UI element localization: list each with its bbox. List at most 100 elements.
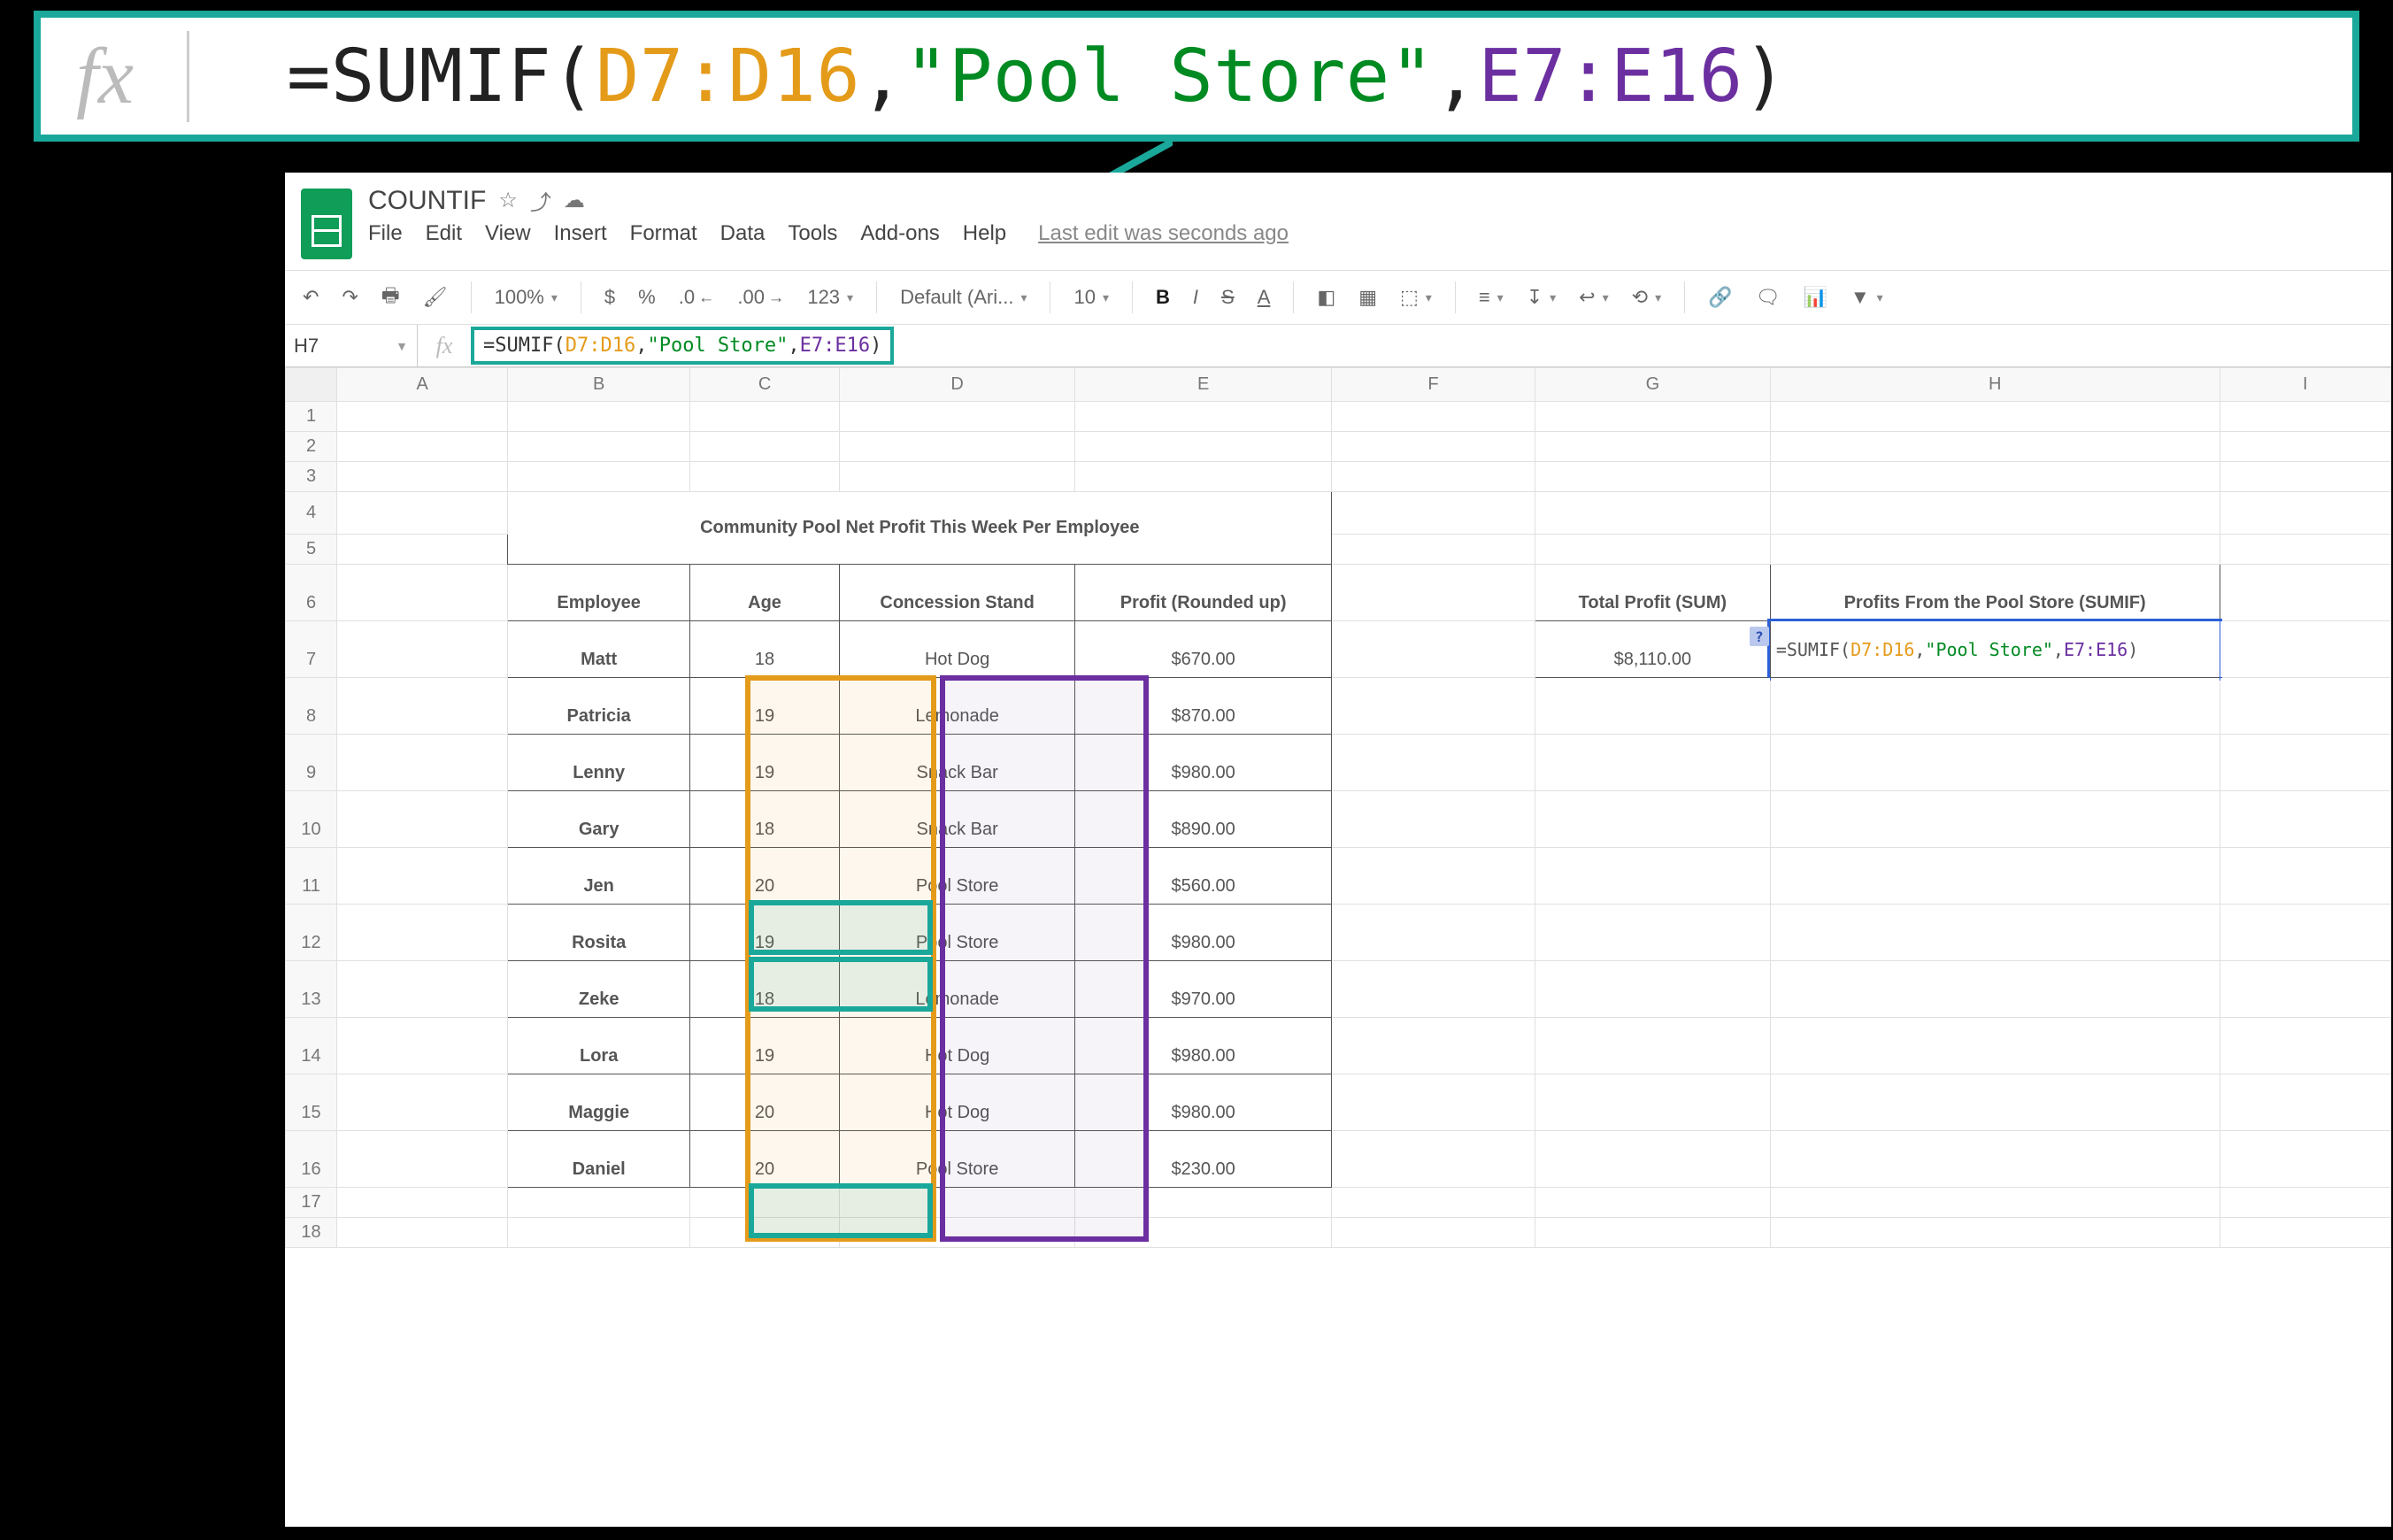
col-header-E[interactable]: E xyxy=(1075,368,1332,402)
cell-B15[interactable]: Maggie xyxy=(508,1074,690,1131)
menu-addons[interactable]: Add-ons xyxy=(860,221,939,246)
cell-D12[interactable]: Pool Store xyxy=(840,905,1075,961)
cell-D14[interactable]: Hot Dog xyxy=(840,1018,1075,1074)
borders-button[interactable]: ▦ xyxy=(1351,282,1384,312)
name-box[interactable]: H7 ▼ xyxy=(285,325,418,366)
cell-E7[interactable]: $670.00 xyxy=(1075,621,1332,678)
cell-E9[interactable]: $980.00 xyxy=(1075,735,1332,791)
menu-data[interactable]: Data xyxy=(720,221,766,246)
cell-C7[interactable]: 18 xyxy=(689,621,839,678)
cell-C10[interactable]: 18 xyxy=(689,791,839,848)
cloud-icon[interactable]: ☁ xyxy=(564,188,585,213)
row-header-9[interactable]: 9 xyxy=(286,735,337,791)
row-header-17[interactable]: 17 xyxy=(286,1188,337,1218)
italic-button[interactable]: I xyxy=(1186,282,1205,312)
filter-button[interactable]: ▼ xyxy=(1843,282,1890,312)
cell-B16[interactable]: Daniel xyxy=(508,1131,690,1188)
cell-B8[interactable]: Patricia xyxy=(508,678,690,735)
zoom-select[interactable]: 100% xyxy=(488,282,565,312)
cell-D10[interactable]: Snack Bar xyxy=(840,791,1075,848)
cell-D8[interactable]: Lemonade xyxy=(840,678,1075,735)
menu-insert[interactable]: Insert xyxy=(554,221,607,246)
paint-format-button[interactable]: 🖌 xyxy=(416,282,455,312)
row-header-6[interactable]: 6 xyxy=(286,565,337,621)
cell-B9[interactable]: Lenny xyxy=(508,735,690,791)
row-header-14[interactable]: 14 xyxy=(286,1018,337,1074)
dec-more-button[interactable]: .00→ xyxy=(730,282,791,312)
col-header-A[interactable]: A xyxy=(337,368,508,402)
cell-D9[interactable]: Snack Bar xyxy=(840,735,1075,791)
hdr-profit[interactable]: Profit (Rounded up) xyxy=(1075,565,1332,621)
cell-C8[interactable]: 19 xyxy=(689,678,839,735)
cell-B13[interactable]: Zeke xyxy=(508,961,690,1018)
menu-help[interactable]: Help xyxy=(963,221,1006,246)
cell-H7-editing[interactable]: ? =SUMIF(D7:D16,"Pool Store",E7:E16) xyxy=(1770,621,2220,678)
sum-header[interactable]: Total Profit (SUM) xyxy=(1535,565,1770,621)
row-header-8[interactable]: 8 xyxy=(286,678,337,735)
col-header-C[interactable]: C xyxy=(689,368,839,402)
menu-file[interactable]: File xyxy=(368,221,403,246)
cell-B10[interactable]: Gary xyxy=(508,791,690,848)
percent-button[interactable]: % xyxy=(631,282,663,312)
bold-button[interactable]: B xyxy=(1149,282,1177,312)
row-header-4[interactable]: 4 xyxy=(286,492,337,535)
cell-C9[interactable]: 19 xyxy=(689,735,839,791)
row-header-15[interactable]: 15 xyxy=(286,1074,337,1131)
cell-C12[interactable]: 19 xyxy=(689,905,839,961)
hdr-stand[interactable]: Concession Stand xyxy=(840,565,1075,621)
col-header-B[interactable]: B xyxy=(508,368,690,402)
link-button[interactable]: 🔗 xyxy=(1701,282,1739,312)
cell-D16[interactable]: Pool Store xyxy=(840,1131,1075,1188)
cell-C16[interactable]: 20 xyxy=(689,1131,839,1188)
row-header-3[interactable]: 3 xyxy=(286,462,337,492)
print-button[interactable]: 🖶 xyxy=(374,277,407,318)
cell-B7[interactable]: Matt xyxy=(508,621,690,678)
strike-button[interactable]: S xyxy=(1214,282,1242,312)
col-header-H[interactable]: H xyxy=(1770,368,2220,402)
menu-view[interactable]: View xyxy=(485,221,531,246)
col-header-G[interactable]: G xyxy=(1535,368,1770,402)
halign-button[interactable]: ≡ xyxy=(1472,282,1511,312)
cell-E14[interactable]: $980.00 xyxy=(1075,1018,1332,1074)
cell-E15[interactable]: $980.00 xyxy=(1075,1074,1332,1131)
cell-E16[interactable]: $230.00 xyxy=(1075,1131,1332,1188)
number-format-button[interactable]: 123 xyxy=(800,282,860,312)
cell-G7[interactable]: $8,110.00 xyxy=(1535,621,1770,678)
cell-C13[interactable]: 18 xyxy=(689,961,839,1018)
cell-E8[interactable]: $870.00 xyxy=(1075,678,1332,735)
fill-color-button[interactable]: ◧ xyxy=(1310,282,1343,312)
menu-tools[interactable]: Tools xyxy=(788,221,837,246)
cell-D15[interactable]: Hot Dog xyxy=(840,1074,1075,1131)
row-header-10[interactable]: 10 xyxy=(286,791,337,848)
doc-title[interactable]: COUNTIF xyxy=(368,186,486,216)
redo-button[interactable]: ↷ xyxy=(335,282,365,312)
row-header-12[interactable]: 12 xyxy=(286,905,337,961)
cell-D11[interactable]: Pool Store xyxy=(840,848,1075,905)
cell-D7[interactable]: Hot Dog xyxy=(840,621,1075,678)
hdr-employee[interactable]: Employee xyxy=(508,565,690,621)
cell-B12[interactable]: Rosita xyxy=(508,905,690,961)
menu-edit[interactable]: Edit xyxy=(426,221,462,246)
col-header-D[interactable]: D xyxy=(840,368,1075,402)
rotate-button[interactable]: ⟲ xyxy=(1625,282,1668,312)
menu-format[interactable]: Format xyxy=(630,221,697,246)
last-edit-link[interactable]: Last edit was seconds ago xyxy=(1038,221,1289,246)
row-header-7[interactable]: 7 xyxy=(286,621,337,678)
wrap-button[interactable]: ↩ xyxy=(1572,282,1615,312)
row-header-13[interactable]: 13 xyxy=(286,961,337,1018)
cell-C14[interactable]: 19 xyxy=(689,1018,839,1074)
row-header-11[interactable]: 11 xyxy=(286,848,337,905)
sumif-header[interactable]: Profits From the Pool Store (SUMIF) xyxy=(1770,565,2220,621)
currency-button[interactable]: $ xyxy=(597,282,622,312)
cell-E10[interactable]: $890.00 xyxy=(1075,791,1332,848)
cell-E13[interactable]: $970.00 xyxy=(1075,961,1332,1018)
hdr-age[interactable]: Age xyxy=(689,565,839,621)
star-icon[interactable]: ☆ xyxy=(498,188,518,213)
col-header-F[interactable]: F xyxy=(1332,368,1535,402)
cell-C15[interactable]: 20 xyxy=(689,1074,839,1131)
data-title[interactable]: Community Pool Net Profit This Week Per … xyxy=(508,492,1332,565)
chart-button[interactable]: 📊 xyxy=(1796,282,1834,312)
cell-C11[interactable]: 20 xyxy=(689,848,839,905)
cell-B11[interactable]: Jen xyxy=(508,848,690,905)
text-color-button[interactable]: A xyxy=(1250,282,1278,312)
